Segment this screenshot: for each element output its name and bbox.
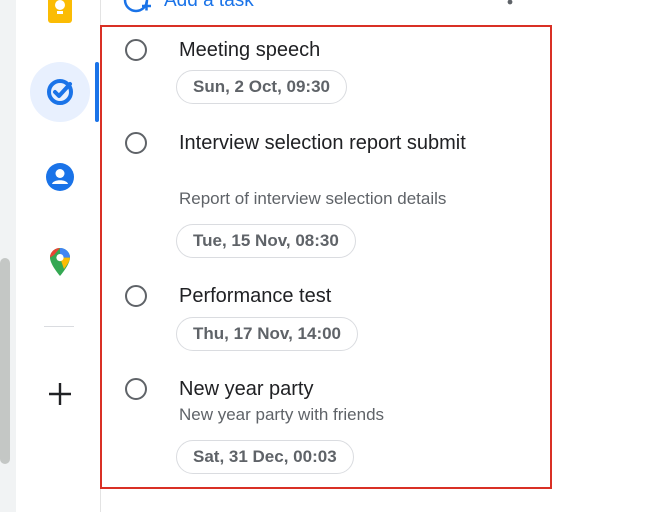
maps-app-button[interactable]	[30, 232, 90, 292]
plus-icon	[49, 383, 71, 405]
keep-app-button[interactable]	[30, 0, 90, 38]
contacts-icon	[46, 163, 74, 191]
tasks-app-button[interactable]	[30, 62, 90, 122]
page-scrollbar-thumb[interactable]	[0, 258, 10, 464]
maps-icon	[50, 248, 70, 276]
contacts-app-button[interactable]	[30, 147, 90, 207]
active-app-indicator	[95, 62, 99, 122]
task-complete-checkbox[interactable]	[125, 285, 147, 307]
task-title[interactable]: Meeting speech	[179, 35, 479, 65]
task-complete-checkbox[interactable]	[125, 378, 147, 400]
task-description: New year party with friends	[179, 405, 385, 424]
task-date-chip[interactable]: Tue, 15 Nov, 08:30	[176, 224, 356, 258]
task-list: Meeting speech Sun, 2 Oct, 09:30 Intervi…	[100, 25, 552, 489]
tasks-side-panel: Add a task Meeting speech Sun, 2 Oct, 09…	[0, 0, 650, 512]
task-title[interactable]: Performance test	[179, 281, 479, 311]
rail-divider	[44, 326, 74, 327]
task-date-chip[interactable]: Sat, 31 Dec, 00:03	[176, 440, 354, 474]
task-date-chip[interactable]: Thu, 17 Nov, 14:00	[176, 317, 359, 351]
task-title[interactable]: New year party	[179, 374, 479, 404]
task-complete-checkbox[interactable]	[125, 39, 147, 61]
more-vertical-icon	[507, 0, 513, 5]
add-task-button[interactable]: Add a task	[122, 0, 254, 16]
add-app-button[interactable]	[30, 364, 90, 424]
add-task-label: Add a task	[164, 0, 254, 11]
task-description: Report of interview selection details	[179, 189, 447, 208]
add-task-icon	[123, 0, 151, 13]
task-date-chip[interactable]: Sun, 2 Oct, 09:30	[176, 70, 347, 104]
task-title[interactable]: Interview selection report submit	[179, 128, 479, 158]
task-complete-checkbox[interactable]	[125, 132, 147, 154]
tasks-icon	[47, 79, 73, 105]
keep-icon	[48, 0, 72, 23]
app-rail	[16, 0, 101, 512]
page-scroll-track	[0, 0, 16, 512]
more-options-button[interactable]	[506, 0, 514, 8]
